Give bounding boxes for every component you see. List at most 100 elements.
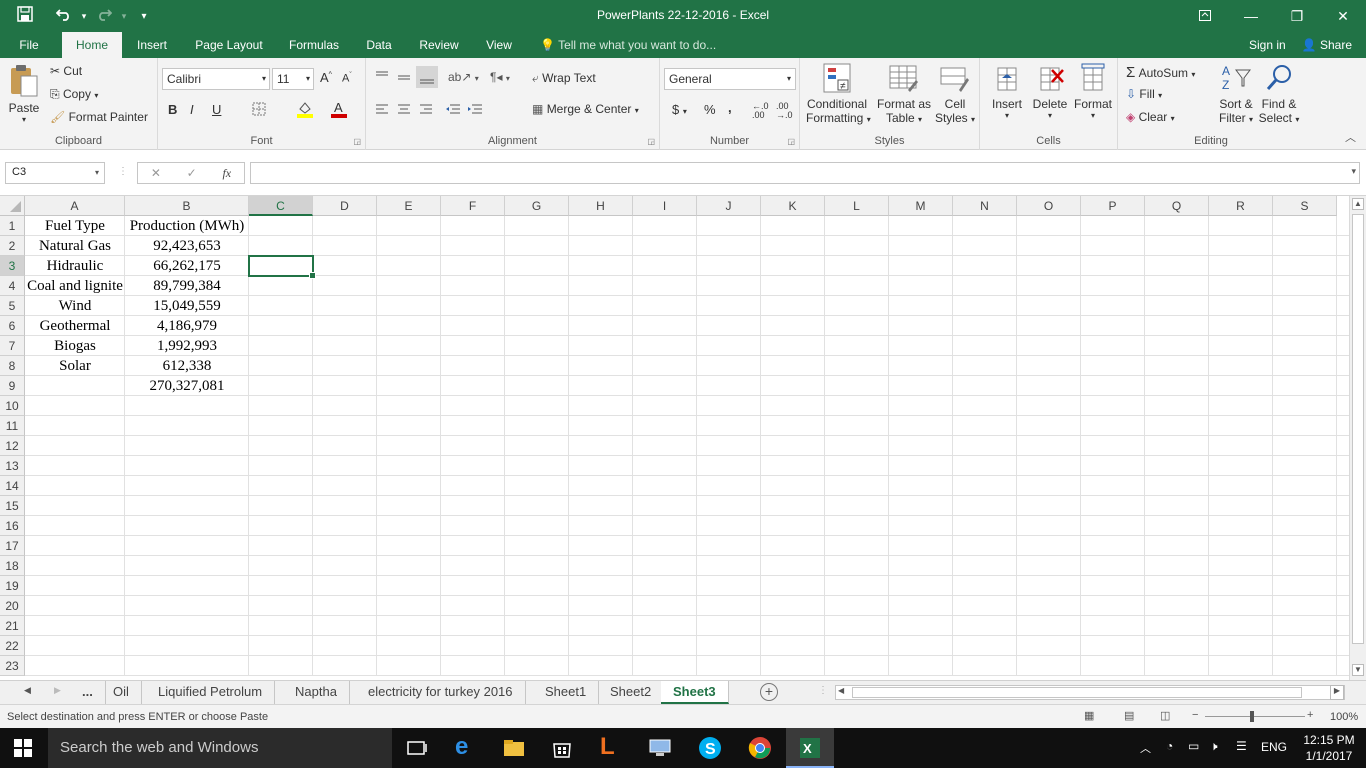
ribbon-display-options-icon[interactable] (1182, 0, 1228, 32)
cancel-icon[interactable]: ✕ (151, 166, 161, 180)
column-header-o[interactable]: O (1017, 196, 1081, 216)
row-header-13[interactable]: 13 (0, 456, 25, 476)
insert-cells-button[interactable]: Insert ▾ (988, 62, 1026, 120)
underline-button[interactable]: U (212, 102, 221, 117)
row-header-4[interactable]: 4 (0, 276, 25, 296)
column-header-p[interactable]: P (1081, 196, 1145, 216)
taskbar-clock[interactable]: 12:15 PM 1/1/2017 (1298, 732, 1360, 764)
horizontal-scrollbar[interactable]: ◀ (835, 685, 1345, 700)
windows-start-icon[interactable] (14, 739, 32, 760)
cell-a3[interactable]: Hidraulic (25, 256, 125, 276)
cell-a9[interactable] (25, 376, 125, 396)
font-color-icon[interactable]: A (330, 100, 348, 121)
restore-button[interactable]: ❐ (1274, 0, 1320, 32)
active-cell[interactable] (248, 255, 316, 279)
chrome-icon[interactable] (748, 736, 772, 760)
row-header-14[interactable]: 14 (0, 476, 25, 496)
normal-view-icon[interactable]: ▦ (1084, 709, 1094, 722)
font-size-select[interactable]: 11 ▾ (272, 68, 314, 90)
cell-a2[interactable]: Natural Gas (25, 236, 125, 256)
show-hidden-icons-icon[interactable]: ︿ (1140, 740, 1151, 756)
formula-bar-splitter[interactable]: ⋮ (118, 166, 128, 177)
cell-a7[interactable]: Biogas (25, 336, 125, 356)
zoom-out-button[interactable]: − (1192, 709, 1198, 721)
wifi-icon[interactable]: ◔ (1166, 739, 1173, 753)
customize-qat-icon[interactable]: ▾ (130, 11, 158, 22)
column-header-n[interactable]: N (953, 196, 1017, 216)
format-as-table-button[interactable]: Format as Table ▾ (876, 62, 932, 125)
dialog-launcher-icon[interactable]: ◲ (353, 137, 361, 146)
column-header-l[interactable]: L (825, 196, 889, 216)
tab-page-layout[interactable]: Page Layout (188, 32, 270, 58)
undo-icon[interactable] (50, 7, 78, 25)
text-direction-icon[interactable]: ¶◂ ▾ (490, 70, 510, 84)
app-l-icon[interactable]: L (600, 735, 624, 760)
row-header-11[interactable]: 11 (0, 416, 25, 436)
row-header-19[interactable]: 19 (0, 576, 25, 596)
page-break-view-icon[interactable]: ◫ (1160, 709, 1170, 722)
sort-filter-button[interactable]: AZ Sort & Filter ▾ (1216, 62, 1256, 125)
action-center-icon[interactable]: ☰ (1236, 739, 1247, 753)
cell-b7[interactable]: 1,992,993 (125, 336, 249, 356)
scroll-up-button[interactable]: ▲ (1352, 198, 1364, 210)
cut-button[interactable]: ✂ Cut (50, 64, 82, 78)
orientation-icon[interactable]: ab↗ ▾ (448, 70, 479, 84)
zoom-slider-track[interactable] (1205, 716, 1305, 717)
paste-button[interactable]: Paste ▾ (8, 64, 40, 124)
column-header-g[interactable]: G (505, 196, 569, 216)
taskbar-search-box[interactable]: Search the web and Windows (48, 728, 392, 768)
column-header-h[interactable]: H (569, 196, 633, 216)
scroll-right-button[interactable]: ▶ (1330, 685, 1344, 700)
cell-b2[interactable]: 92,423,653 (125, 236, 249, 256)
align-left-icon[interactable] (374, 102, 390, 119)
copy-button[interactable]: ⎘ Copy ▾ (50, 87, 98, 102)
zoom-in-button[interactable]: + (1307, 709, 1313, 721)
find-select-button[interactable]: Find & Select ▾ (1258, 62, 1300, 125)
share-button[interactable]: 👤 Share (1302, 38, 1352, 52)
italic-button[interactable]: I (190, 102, 194, 117)
sheet-tab-oil[interactable]: Oil (101, 681, 142, 704)
row-header-17[interactable]: 17 (0, 536, 25, 556)
row-header-10[interactable]: 10 (0, 396, 25, 416)
collapse-ribbon-icon[interactable]: ︿ (1345, 129, 1356, 145)
tab-file[interactable]: File (8, 32, 50, 58)
minimize-button[interactable]: — (1228, 0, 1274, 32)
tab-home[interactable]: Home (62, 32, 122, 58)
increase-font-icon[interactable]: A^ (320, 70, 332, 85)
decrease-font-icon[interactable]: Aˇ (342, 72, 352, 85)
row-header-2[interactable]: 2 (0, 236, 25, 256)
tab-data[interactable]: Data (358, 32, 400, 58)
name-box[interactable]: C3 ▾ (5, 162, 105, 184)
cell-a6[interactable]: Geothermal (25, 316, 125, 336)
conditional-formatting-button[interactable]: ≠ Conditional Formatting ▾ (806, 62, 871, 125)
cell-b5[interactable]: 15,049,559 (125, 296, 249, 316)
row-header-7[interactable]: 7 (0, 336, 25, 356)
decrease-decimal-icon[interactable]: .00 →.0 (776, 102, 793, 120)
delete-cells-button[interactable]: Delete ▾ (1030, 62, 1070, 120)
row-header-22[interactable]: 22 (0, 636, 25, 656)
sheet-tab-sheet1[interactable]: Sheet1 (533, 681, 600, 704)
close-button[interactable]: ✕ (1320, 0, 1366, 32)
sheet-tab-sheet3[interactable]: Sheet3 (661, 681, 729, 704)
bottom-align-icon[interactable] (416, 66, 438, 88)
undo-dropdown-icon[interactable]: ▾ (78, 11, 90, 22)
row-header-21[interactable]: 21 (0, 616, 25, 636)
new-sheet-button[interactable]: + (760, 683, 778, 701)
zoom-slider-thumb[interactable] (1250, 711, 1254, 722)
sheet-tab-naptha[interactable]: Naptha (283, 681, 350, 704)
cell-b9[interactable]: 270,327,081 (125, 376, 249, 396)
number-format-select[interactable]: General ▾ (664, 68, 796, 90)
currency-button[interactable]: $ ▾ (672, 102, 687, 117)
dialog-launcher-icon[interactable]: ◲ (787, 137, 795, 146)
sheet-tab-electricity-for-turkey-2016[interactable]: electricity for turkey 2016 (356, 681, 526, 704)
top-align-icon[interactable] (374, 70, 390, 87)
format-painter-button[interactable]: 🖌 Format Painter (50, 110, 148, 124)
formula-input[interactable] (250, 162, 1360, 184)
row-header-20[interactable]: 20 (0, 596, 25, 616)
column-header-f[interactable]: F (441, 196, 505, 216)
tab-formulas[interactable]: Formulas (282, 32, 346, 58)
cell-a5[interactable]: Wind (25, 296, 125, 316)
row-header-5[interactable]: 5 (0, 296, 25, 316)
row-header-16[interactable]: 16 (0, 516, 25, 536)
column-header-q[interactable]: Q (1145, 196, 1209, 216)
